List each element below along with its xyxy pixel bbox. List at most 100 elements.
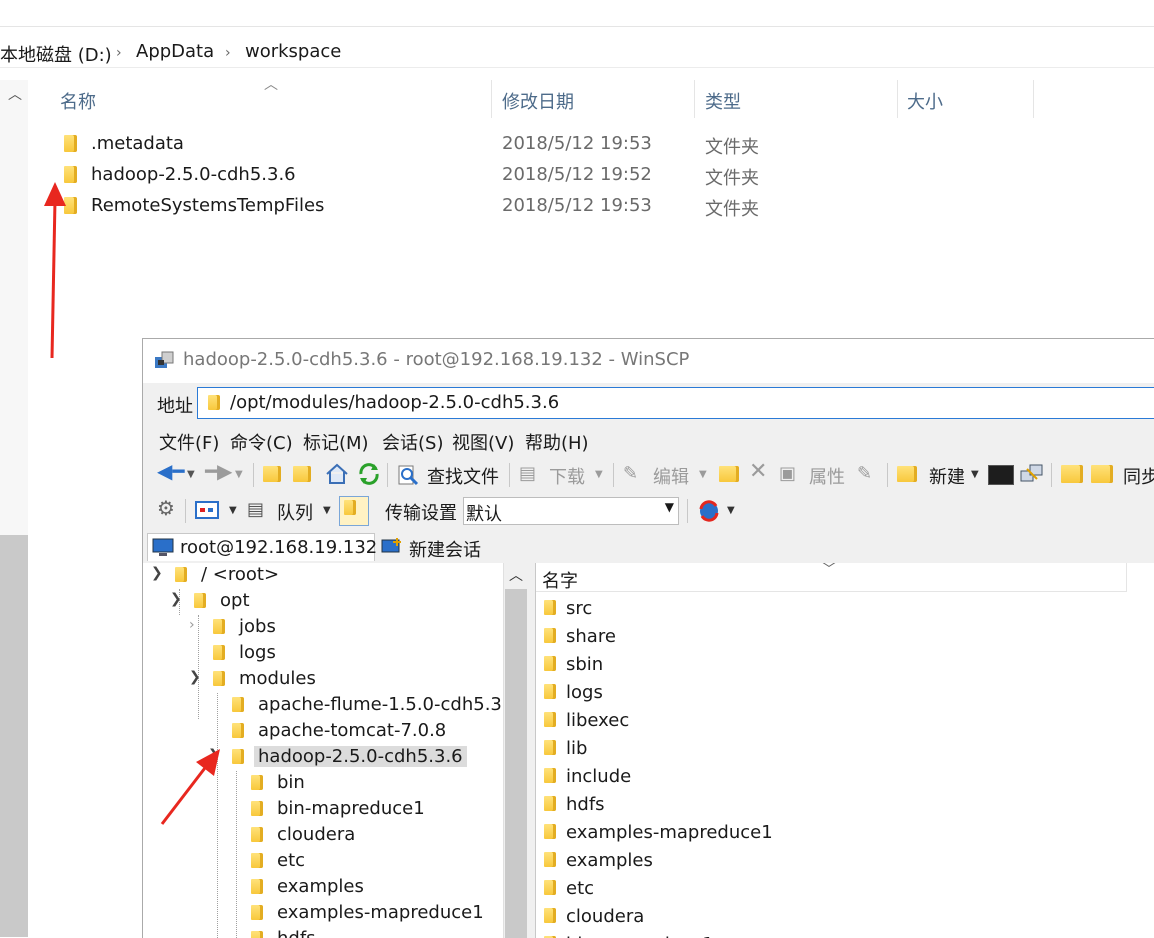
file-name: etc bbox=[566, 878, 595, 899]
tree-node-label: bin-mapreduce1 bbox=[277, 798, 425, 819]
sort-down-icon: ﹀ bbox=[822, 563, 836, 578]
column-divider[interactable] bbox=[491, 80, 492, 118]
refresh-icon[interactable] bbox=[357, 463, 381, 485]
menu-command[interactable]: 命令(C) bbox=[230, 429, 293, 455]
home-icon[interactable] bbox=[325, 463, 349, 485]
toolbar-separator bbox=[687, 499, 688, 523]
session-tabs: root@192.168.19.132 新建会话 bbox=[143, 531, 1154, 561]
dropdown-arrow-icon[interactable]: ▼ bbox=[595, 469, 603, 480]
remote-file-list[interactable]: 名字 ﹀ src share sbin logs libexec lib inc… bbox=[535, 563, 1154, 938]
queue-button[interactable]: 队列 bbox=[277, 499, 313, 525]
column-divider[interactable] bbox=[1033, 80, 1034, 118]
folder-icon bbox=[232, 697, 244, 712]
chevron-right-icon[interactable]: › bbox=[189, 617, 195, 633]
edit-button[interactable]: 编辑 bbox=[653, 463, 689, 489]
dropdown-arrow-icon[interactable]: ▼ bbox=[971, 469, 979, 480]
menu-view[interactable]: 视图(V) bbox=[452, 429, 514, 455]
scroll-up-icon[interactable]: ︿ bbox=[509, 565, 523, 585]
menu-session[interactable]: 会话(S) bbox=[382, 429, 443, 455]
compare-directories-icon[interactable] bbox=[1061, 465, 1083, 483]
synchronize-icon[interactable] bbox=[1091, 465, 1113, 483]
sync-button[interactable]: 同步 bbox=[1123, 463, 1154, 489]
menu-mark[interactable]: 标记(M) bbox=[303, 429, 369, 455]
find-files-icon[interactable] bbox=[397, 464, 419, 486]
folder-icon bbox=[544, 768, 556, 783]
gear-icon[interactable]: ⚙ bbox=[157, 496, 175, 520]
transfer-settings-toggle[interactable] bbox=[339, 496, 369, 526]
column-divider[interactable] bbox=[694, 80, 695, 118]
sync-browsing-icon[interactable] bbox=[697, 499, 721, 523]
toolbar-separator bbox=[387, 463, 388, 487]
back-arrow-icon[interactable]: ◀━ bbox=[157, 459, 184, 483]
terminal-icon[interactable] bbox=[988, 465, 1014, 485]
chevron-right-icon: › bbox=[225, 45, 231, 61]
column-size[interactable]: 大小 bbox=[907, 88, 943, 114]
dropdown-arrow-icon[interactable]: ▼ bbox=[665, 500, 674, 514]
column-divider[interactable] bbox=[897, 80, 898, 118]
putty-icon[interactable] bbox=[1019, 463, 1045, 485]
menu-help[interactable]: 帮助(H) bbox=[525, 429, 589, 455]
dropdown-arrow-icon[interactable]: ▼ bbox=[229, 505, 237, 516]
folder-icon bbox=[544, 600, 556, 615]
chevron-down-icon[interactable]: ❯ bbox=[151, 565, 163, 581]
edit-icon[interactable]: ✎ bbox=[623, 463, 638, 484]
delete-icon[interactable]: ✕ bbox=[749, 459, 767, 484]
folder-icon bbox=[251, 905, 263, 920]
computer-icon bbox=[152, 538, 174, 556]
breadcrumb-drive[interactable]: 本地磁盘 (D:) bbox=[0, 41, 112, 67]
new-folder-icon[interactable] bbox=[897, 466, 917, 482]
queue-icon[interactable]: ▤ bbox=[247, 499, 264, 520]
dropdown-arrow-icon[interactable]: ▼ bbox=[187, 469, 195, 480]
column-name[interactable]: 名称 bbox=[60, 88, 96, 114]
properties-icon[interactable]: ▣ bbox=[779, 463, 796, 484]
item-modified: 2018/5/12 19:53 bbox=[502, 133, 652, 154]
tab-new-session-label: 新建会话 bbox=[409, 540, 481, 561]
dropdown-arrow-icon[interactable]: ▼ bbox=[323, 505, 331, 516]
column-name[interactable]: 名字 bbox=[542, 567, 578, 593]
column-type[interactable]: 类型 bbox=[705, 88, 741, 114]
item-type: 文件夹 bbox=[705, 199, 759, 220]
chevron-down-icon[interactable]: ❯ bbox=[170, 591, 182, 607]
rename-icon[interactable]: ✎ bbox=[857, 463, 872, 484]
tab-new-session[interactable]: 新建会话 bbox=[379, 533, 499, 561]
new-button[interactable]: 新建 bbox=[929, 463, 965, 489]
folder-icon bbox=[544, 824, 556, 839]
tree-node-label: apache-flume-1.5.0-cdh5.3.6 bbox=[258, 694, 520, 715]
download-icon[interactable]: ▤ bbox=[519, 463, 536, 484]
column-modified[interactable]: 修改日期 bbox=[502, 88, 574, 114]
breadcrumb[interactable]: 本地磁盘 (D:) › AppData › workspace bbox=[0, 37, 1154, 68]
properties-button[interactable]: 属性 bbox=[809, 463, 845, 489]
find-files-button[interactable]: 查找文件 bbox=[427, 463, 499, 489]
address-input[interactable]: /opt/modules/hadoop-2.5.0-cdh5.3.6 bbox=[197, 387, 1154, 419]
winscp-logo-icon bbox=[155, 351, 174, 368]
title-bar[interactable]: hadoop-2.5.0-cdh5.3.6 - root@192.168.19.… bbox=[143, 339, 1154, 383]
chevron-down-icon[interactable]: ❯ bbox=[189, 669, 201, 685]
dropdown-arrow-icon[interactable]: ▼ bbox=[727, 505, 735, 516]
navigation-scrollbar-thumb[interactable] bbox=[0, 535, 28, 937]
dropdown-arrow-icon[interactable]: ▼ bbox=[699, 469, 707, 480]
dropdown-arrow-icon[interactable]: ▼ bbox=[235, 469, 243, 480]
winscp-window[interactable]: hadoop-2.5.0-cdh5.3.6 - root@192.168.19.… bbox=[142, 338, 1154, 938]
list-item[interactable]: RemoteSystemsTempFiles 2018/5/12 19:53 文… bbox=[40, 191, 840, 221]
tab-session-label: root@192.168.19.132 bbox=[180, 537, 378, 558]
download-button[interactable]: 下载 bbox=[549, 463, 585, 489]
breadcrumb-workspace[interactable]: workspace bbox=[245, 41, 341, 62]
item-modified: 2018/5/12 19:52 bbox=[502, 164, 652, 185]
annotation-arrow-icon bbox=[44, 182, 66, 359]
open-folder-icon[interactable] bbox=[719, 466, 739, 482]
tab-session[interactable]: root@192.168.19.132 bbox=[147, 533, 378, 561]
breadcrumb-appdata[interactable]: AppData bbox=[136, 41, 214, 62]
annotation-arrow-icon bbox=[160, 749, 220, 825]
root-directory-icon[interactable] bbox=[293, 466, 311, 482]
list-item[interactable]: hadoop-2.5.0-cdh5.3.6 2018/5/12 19:52 文件… bbox=[40, 160, 840, 190]
preferences-icon[interactable] bbox=[195, 501, 219, 519]
forward-arrow-icon[interactable]: ━▶ bbox=[205, 459, 232, 483]
address-bar: 地址 /opt/modules/hadoop-2.5.0-cdh5.3.6 bbox=[143, 383, 1154, 421]
list-item[interactable]: .metadata 2018/5/12 19:53 文件夹 bbox=[40, 129, 840, 159]
transfer-settings-select[interactable]: 默认 ▼ bbox=[463, 497, 679, 525]
item-name: .metadata bbox=[91, 133, 184, 154]
parent-directory-icon[interactable] bbox=[263, 466, 281, 482]
tree-scrollbar-thumb[interactable] bbox=[505, 589, 527, 938]
toolbar-secondary: ⚙ ▼ ▤ 队列 ▼ 传输设置 默认 ▼ ▼ bbox=[143, 493, 1154, 527]
menu-file[interactable]: 文件(F) bbox=[159, 429, 219, 455]
